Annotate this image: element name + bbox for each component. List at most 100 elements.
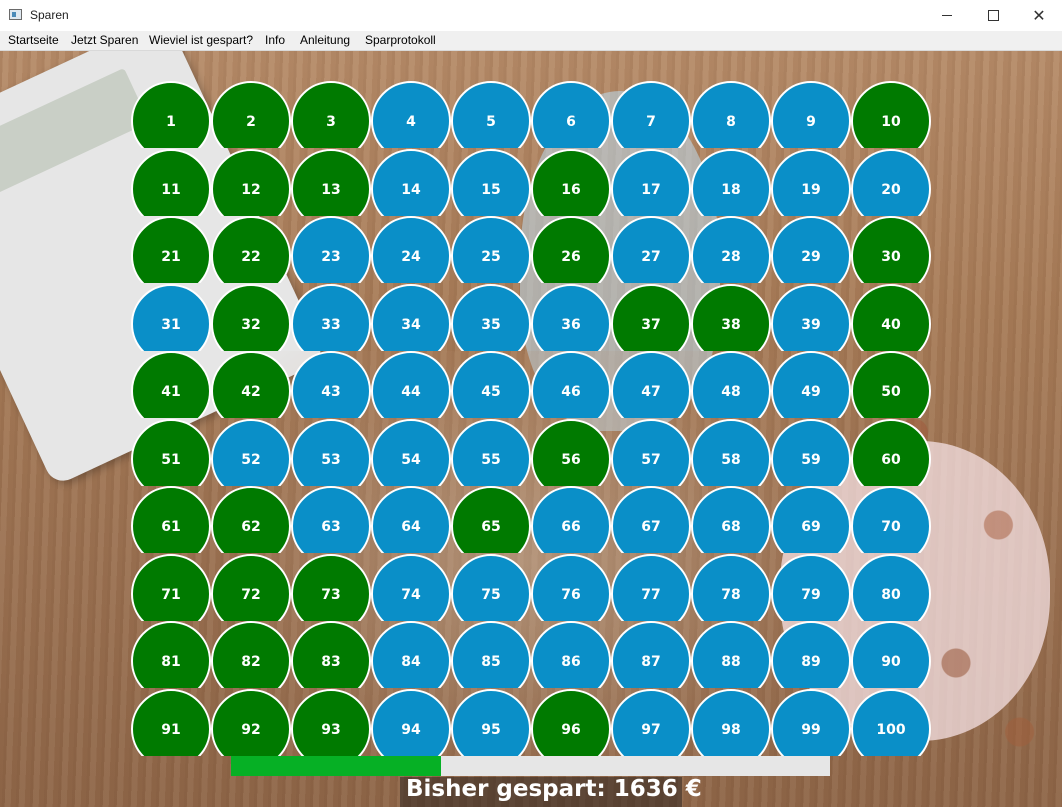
- saving-button-44[interactable]: 44: [371, 351, 451, 418]
- saving-button-68[interactable]: 68: [691, 486, 771, 553]
- saving-button-7[interactable]: 7: [611, 81, 691, 148]
- saving-button-83[interactable]: 83: [291, 621, 371, 688]
- saving-button-36[interactable]: 36: [531, 284, 611, 351]
- saving-button-30[interactable]: 30: [851, 216, 931, 283]
- menu-item-jetzt-sparen[interactable]: Jetzt Sparen: [71, 33, 138, 47]
- saving-button-41[interactable]: 41: [131, 351, 211, 418]
- saving-button-72[interactable]: 72: [211, 554, 291, 621]
- saving-button-9[interactable]: 9: [771, 81, 851, 148]
- saving-button-24[interactable]: 24: [371, 216, 451, 283]
- saving-button-20[interactable]: 20: [851, 149, 931, 216]
- saving-button-66[interactable]: 66: [531, 486, 611, 553]
- saving-button-31[interactable]: 31: [131, 284, 211, 351]
- saving-button-73[interactable]: 73: [291, 554, 371, 621]
- saving-button-59[interactable]: 59: [771, 419, 851, 486]
- saving-button-17[interactable]: 17: [611, 149, 691, 216]
- saving-button-3[interactable]: 3: [291, 81, 371, 148]
- saving-button-38[interactable]: 38: [691, 284, 771, 351]
- saving-button-81[interactable]: 81: [131, 621, 211, 688]
- saving-button-12[interactable]: 12: [211, 149, 291, 216]
- saving-button-65[interactable]: 65: [451, 486, 531, 553]
- saving-button-98[interactable]: 98: [691, 689, 771, 756]
- maximize-button[interactable]: [970, 0, 1016, 31]
- saving-button-37[interactable]: 37: [611, 284, 691, 351]
- saving-button-56[interactable]: 56: [531, 419, 611, 486]
- saving-button-52[interactable]: 52: [211, 419, 291, 486]
- saving-button-55[interactable]: 55: [451, 419, 531, 486]
- saving-button-57[interactable]: 57: [611, 419, 691, 486]
- menu-item-info[interactable]: Info: [265, 33, 285, 47]
- saving-button-46[interactable]: 46: [531, 351, 611, 418]
- saving-button-71[interactable]: 71: [131, 554, 211, 621]
- saving-button-58[interactable]: 58: [691, 419, 771, 486]
- close-button[interactable]: ✕: [1016, 0, 1062, 31]
- saving-button-53[interactable]: 53: [291, 419, 371, 486]
- saving-button-32[interactable]: 32: [211, 284, 291, 351]
- saving-button-34[interactable]: 34: [371, 284, 451, 351]
- saving-button-22[interactable]: 22: [211, 216, 291, 283]
- saving-button-1[interactable]: 1: [131, 81, 211, 148]
- saving-button-64[interactable]: 64: [371, 486, 451, 553]
- saving-button-93[interactable]: 93: [291, 689, 371, 756]
- saving-button-49[interactable]: 49: [771, 351, 851, 418]
- saving-button-61[interactable]: 61: [131, 486, 211, 553]
- menu-item-anleitung[interactable]: Anleitung: [300, 33, 350, 47]
- saving-button-23[interactable]: 23: [291, 216, 371, 283]
- saving-button-15[interactable]: 15: [451, 149, 531, 216]
- saving-button-90[interactable]: 90: [851, 621, 931, 688]
- saving-button-16[interactable]: 16: [531, 149, 611, 216]
- saving-button-94[interactable]: 94: [371, 689, 451, 756]
- saving-button-2[interactable]: 2: [211, 81, 291, 148]
- menu-item-wieviel-ist-gespart[interactable]: Wieviel ist gespart?: [149, 33, 253, 47]
- saving-button-45[interactable]: 45: [451, 351, 531, 418]
- saving-button-78[interactable]: 78: [691, 554, 771, 621]
- saving-button-97[interactable]: 97: [611, 689, 691, 756]
- saving-button-25[interactable]: 25: [451, 216, 531, 283]
- saving-button-51[interactable]: 51: [131, 419, 211, 486]
- saving-button-86[interactable]: 86: [531, 621, 611, 688]
- saving-button-79[interactable]: 79: [771, 554, 851, 621]
- saving-button-70[interactable]: 70: [851, 486, 931, 553]
- saving-button-42[interactable]: 42: [211, 351, 291, 418]
- menu-item-startseite[interactable]: Startseite: [8, 33, 59, 47]
- saving-button-85[interactable]: 85: [451, 621, 531, 688]
- saving-button-54[interactable]: 54: [371, 419, 451, 486]
- saving-button-84[interactable]: 84: [371, 621, 451, 688]
- saving-button-63[interactable]: 63: [291, 486, 371, 553]
- menu-item-sparprotokoll[interactable]: Sparprotokoll: [365, 33, 436, 47]
- saving-button-35[interactable]: 35: [451, 284, 531, 351]
- saving-button-29[interactable]: 29: [771, 216, 851, 283]
- saving-button-96[interactable]: 96: [531, 689, 611, 756]
- saving-button-39[interactable]: 39: [771, 284, 851, 351]
- saving-button-11[interactable]: 11: [131, 149, 211, 216]
- saving-button-80[interactable]: 80: [851, 554, 931, 621]
- saving-button-5[interactable]: 5: [451, 81, 531, 148]
- saving-button-92[interactable]: 92: [211, 689, 291, 756]
- saving-button-13[interactable]: 13: [291, 149, 371, 216]
- saving-button-62[interactable]: 62: [211, 486, 291, 553]
- saving-button-21[interactable]: 21: [131, 216, 211, 283]
- saving-button-18[interactable]: 18: [691, 149, 771, 216]
- saving-button-99[interactable]: 99: [771, 689, 851, 756]
- saving-button-91[interactable]: 91: [131, 689, 211, 756]
- saving-button-14[interactable]: 14: [371, 149, 451, 216]
- saving-button-89[interactable]: 89: [771, 621, 851, 688]
- saving-button-67[interactable]: 67: [611, 486, 691, 553]
- saving-button-60[interactable]: 60: [851, 419, 931, 486]
- saving-button-74[interactable]: 74: [371, 554, 451, 621]
- saving-button-47[interactable]: 47: [611, 351, 691, 418]
- saving-button-10[interactable]: 10: [851, 81, 931, 148]
- saving-button-95[interactable]: 95: [451, 689, 531, 756]
- saving-button-77[interactable]: 77: [611, 554, 691, 621]
- minimize-button[interactable]: [924, 0, 970, 31]
- saving-button-76[interactable]: 76: [531, 554, 611, 621]
- saving-button-100[interactable]: 100: [851, 689, 931, 756]
- saving-button-27[interactable]: 27: [611, 216, 691, 283]
- saving-button-8[interactable]: 8: [691, 81, 771, 148]
- saving-button-4[interactable]: 4: [371, 81, 451, 148]
- saving-button-33[interactable]: 33: [291, 284, 371, 351]
- saving-button-75[interactable]: 75: [451, 554, 531, 621]
- saving-button-69[interactable]: 69: [771, 486, 851, 553]
- saving-button-40[interactable]: 40: [851, 284, 931, 351]
- saving-button-50[interactable]: 50: [851, 351, 931, 418]
